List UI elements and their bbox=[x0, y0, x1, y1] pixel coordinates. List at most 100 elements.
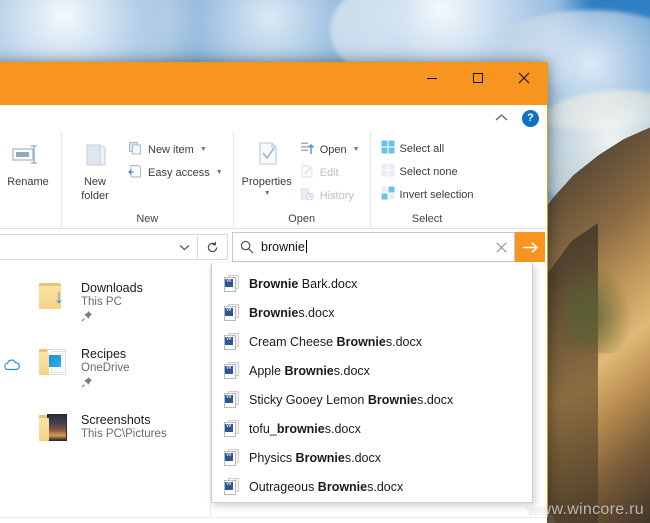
file-explorer-window: ? Rename New folder New item ▼ Easy acce… bbox=[0, 62, 548, 523]
new-item-button[interactable]: New item ▼ bbox=[124, 139, 227, 160]
history-button: History bbox=[296, 185, 364, 206]
suggestion-label: Outrageous Brownies.docx bbox=[249, 479, 404, 494]
ribbon-group-open: Properties ▼ Open ▼ Edit History Open bbox=[232, 131, 370, 228]
suggestion-label: tofu_brownies.docx bbox=[249, 421, 361, 436]
chevron-down-icon[interactable] bbox=[171, 235, 197, 259]
docx-file-icon bbox=[224, 275, 239, 292]
properties-label: Properties bbox=[241, 175, 292, 188]
refresh-button[interactable] bbox=[198, 234, 228, 260]
minimize-button[interactable] bbox=[409, 63, 455, 93]
status-bar bbox=[0, 517, 547, 523]
search-area: brownie bbox=[232, 232, 545, 262]
rename-label: Rename bbox=[7, 175, 49, 188]
chevron-up-icon[interactable] bbox=[489, 111, 514, 125]
open-icon bbox=[300, 141, 315, 159]
easy-access-label: Easy access bbox=[148, 166, 210, 179]
ribbon-group-organize: Rename bbox=[0, 131, 61, 228]
docx-file-icon bbox=[224, 449, 239, 466]
nav-item-title: Downloads bbox=[81, 281, 143, 295]
nav-item-subtitle: This PC\Pictures bbox=[81, 428, 167, 440]
properties-button[interactable]: Properties ▼ bbox=[240, 136, 294, 198]
suggestion-item[interactable]: tofu_brownies.docx bbox=[212, 414, 532, 443]
nav-item-downloads[interactable]: ↓ Downloads This PC bbox=[0, 271, 210, 337]
new-folder-label-1: New bbox=[83, 175, 106, 188]
address-bar[interactable] bbox=[0, 234, 198, 260]
open-label: Open bbox=[319, 143, 347, 156]
select-all-button[interactable]: Select all bbox=[377, 138, 478, 159]
easy-access-button[interactable]: Easy access ▼ bbox=[124, 162, 227, 183]
nav-item-recipes[interactable]: Recipes OneDrive bbox=[0, 337, 210, 403]
pictures-folder-icon bbox=[29, 403, 81, 443]
select-none-label: Select none bbox=[399, 165, 458, 178]
ribbon-group-title bbox=[1, 210, 55, 228]
suggestion-item[interactable]: Brownie Bark.docx bbox=[212, 269, 532, 298]
docx-file-icon bbox=[224, 333, 239, 350]
nav-item-title: Screenshots bbox=[81, 413, 151, 427]
new-item-icon bbox=[128, 141, 143, 159]
ribbon-group-select: Select all Select none Invert selection … bbox=[369, 131, 484, 228]
search-go-button[interactable] bbox=[515, 232, 545, 262]
new-folder-icon bbox=[80, 140, 110, 174]
nav-cloud-slot bbox=[0, 271, 29, 293]
chevron-down-icon[interactable]: ▼ bbox=[216, 169, 223, 176]
content-area: ↓ Downloads This PC Recipes OneDrive Scr… bbox=[0, 263, 547, 517]
nav-item-screenshots[interactable]: Screenshots This PC\Pictures bbox=[0, 403, 210, 469]
cloud-icon bbox=[0, 337, 29, 371]
close-button[interactable] bbox=[501, 63, 547, 93]
docx-file-icon bbox=[224, 478, 239, 495]
docx-file-icon bbox=[224, 362, 239, 379]
properties-icon bbox=[252, 140, 282, 174]
invert-selection-icon bbox=[381, 186, 395, 203]
pin-icon bbox=[81, 376, 130, 391]
chevron-down-icon[interactable]: ▼ bbox=[353, 146, 360, 153]
select-all-label: Select all bbox=[399, 142, 445, 155]
chevron-down-icon[interactable]: ▼ bbox=[264, 190, 271, 198]
invert-selection-button[interactable]: Invert selection bbox=[377, 184, 478, 205]
search-value: brownie bbox=[261, 240, 305, 254]
docx-file-icon bbox=[224, 391, 239, 408]
suggestion-item[interactable]: Brownies.docx bbox=[212, 298, 532, 327]
suggestion-item[interactable]: Physics Brownies.docx bbox=[212, 443, 532, 472]
new-folder-button[interactable]: New folder bbox=[68, 136, 122, 203]
search-box[interactable]: brownie bbox=[232, 232, 515, 262]
select-none-icon bbox=[381, 163, 395, 180]
suggestion-label: Sticky Gooey Lemon Brownies.docx bbox=[249, 392, 454, 407]
ribbon-group-title: Select bbox=[411, 213, 443, 225]
suggestion-label: Cream Cheese Brownies.docx bbox=[249, 334, 422, 349]
open-button[interactable]: Open ▼ bbox=[296, 139, 364, 160]
cliff-vegetation bbox=[562, 263, 632, 353]
history-label: History bbox=[319, 189, 354, 202]
ribbon-group-new: New folder New item ▼ Easy access ▼ New bbox=[61, 131, 233, 228]
pin-icon bbox=[81, 310, 143, 325]
new-folder-label-2: folder bbox=[81, 190, 109, 203]
ribbon-group-title: New bbox=[136, 213, 159, 225]
help-icon[interactable]: ? bbox=[522, 109, 539, 127]
rename-icon bbox=[11, 140, 45, 174]
select-none-button[interactable]: Select none bbox=[377, 161, 478, 182]
nav-item-title: Recipes bbox=[81, 347, 127, 361]
rename-button[interactable]: Rename bbox=[1, 136, 55, 188]
search-suggestions-dropdown: Brownie Bark.docx Brownies.docx Cream Ch… bbox=[211, 263, 533, 503]
nav-item-subtitle: This PC bbox=[81, 296, 122, 308]
search-input[interactable]: brownie bbox=[261, 240, 488, 254]
suggestion-item[interactable]: Outrageous Brownies.docx bbox=[212, 472, 532, 501]
edit-button: Edit bbox=[296, 162, 364, 183]
onedrive-folder-icon bbox=[29, 337, 81, 377]
suggestion-item[interactable]: Cream Cheese Brownies.docx bbox=[212, 327, 532, 356]
clear-search-button[interactable] bbox=[488, 241, 514, 253]
text-cursor bbox=[305, 240, 307, 253]
select-all-icon bbox=[381, 140, 395, 157]
edit-label: Edit bbox=[319, 166, 339, 179]
ribbon-control-strip: ? bbox=[0, 105, 547, 131]
suggestion-label: Apple Brownies.docx bbox=[249, 363, 370, 378]
suggestion-label: Physics Brownies.docx bbox=[249, 450, 381, 465]
new-item-label: New item bbox=[148, 143, 194, 156]
nav-item-subtitle: OneDrive bbox=[81, 362, 130, 374]
chevron-down-icon[interactable]: ▼ bbox=[200, 146, 207, 153]
docx-file-icon bbox=[224, 420, 239, 437]
maximize-button[interactable] bbox=[455, 63, 501, 93]
suggestion-item[interactable]: Apple Brownies.docx bbox=[212, 356, 532, 385]
suggestion-item[interactable]: Sticky Gooey Lemon Brownies.docx bbox=[212, 385, 532, 414]
suggestion-label: Brownie Bark.docx bbox=[249, 276, 358, 291]
watermark: www.wincore.ru bbox=[527, 501, 644, 518]
